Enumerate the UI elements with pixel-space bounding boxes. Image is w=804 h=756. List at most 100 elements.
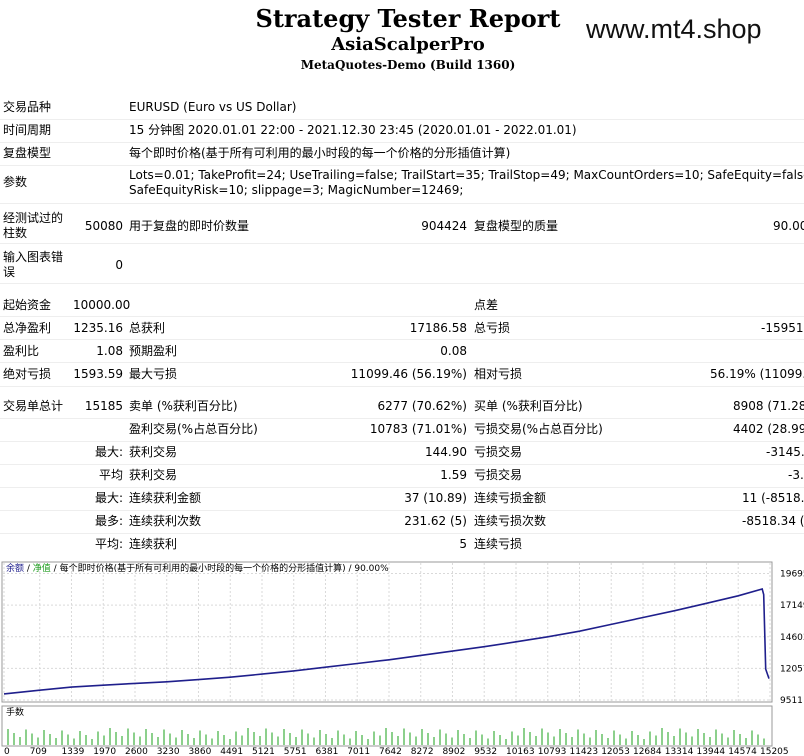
- largest-loss-value: -3145.20: [766, 445, 804, 459]
- average-loss-value: -3.62: [788, 468, 804, 482]
- report-header: Strategy Tester Report AsiaScalperPro Me…: [0, 0, 804, 80]
- largest-loss-label: 亏损交易: [474, 445, 523, 459]
- largest-profit-label: 获利交易: [129, 445, 178, 459]
- profit-factor-label: 盈利比: [3, 344, 40, 358]
- params-line-1: Lots=0.01; TakeProfit=24; UseTrailing=fa…: [129, 168, 804, 182]
- legend-separator: /: [346, 564, 355, 574]
- maximum-label: 最大:: [94, 491, 123, 505]
- row-divider: [0, 487, 804, 488]
- total-trades-label: 交易单总计: [3, 399, 64, 413]
- x-tick-label: 14574: [728, 747, 757, 756]
- x-tick-label: 11423: [569, 747, 598, 756]
- x-tick-label: 0: [4, 747, 10, 756]
- gross-loss-value: -15951.42: [761, 321, 804, 335]
- maximal-label: 最多:: [94, 514, 123, 528]
- expert-name: AsiaScalperPro: [331, 34, 485, 55]
- row-divider: [0, 316, 804, 317]
- deposit-value: 10000.00: [73, 298, 131, 312]
- net-profit-value: 1235.16: [73, 321, 123, 335]
- y-tick-label: 12057: [780, 664, 804, 674]
- errors-value: 0: [115, 258, 123, 272]
- chart-legend: 余额 / 净值 / 每个即时价格(基于所有可利用的最小时段的每一个价格的分形插值…: [6, 562, 389, 574]
- gross-profit-value: 17186.58: [409, 321, 467, 335]
- max-drawdown-label: 最大亏损: [129, 367, 178, 381]
- row-divider: [0, 142, 804, 143]
- bars-label-2: 柱数: [3, 226, 28, 240]
- average-profit-label: 获利交易: [129, 468, 178, 482]
- row-divider: [0, 510, 804, 511]
- x-axis-ticks: 0 709 1339 1970 2600 3230 3860 4491 5121 5751 6381…: [4, 747, 789, 756]
- average-label: 平均: [98, 468, 123, 482]
- long-positions-value: 8908 (71.28%): [733, 399, 804, 413]
- y-tick-label: 19695: [780, 570, 804, 580]
- row-divider: [0, 533, 804, 534]
- quality-label: 复盘模型的质量: [474, 219, 559, 233]
- consecutive-losses-money-label: 连续亏损金额: [474, 491, 547, 505]
- avg-consecutive-wins-label: 连续获利: [129, 537, 178, 551]
- x-tick-label: 10163: [506, 747, 535, 756]
- average-profit-value: 1.59: [440, 468, 467, 482]
- expected-payoff-label: 预期盈利: [129, 344, 178, 358]
- balance-chart: 19695 17149 14603 12057 9511 0 709 1339 1970 260…: [0, 560, 804, 756]
- relative-drawdown-value: 56.19% (11099.46): [710, 367, 804, 381]
- profit-trades-value: 10783 (71.01%): [369, 422, 467, 436]
- avg-consecutive-losses-label: 连续亏损: [474, 537, 523, 551]
- params-label: 参数: [3, 175, 28, 189]
- consecutive-wins-money-value: 37 (10.89): [404, 491, 467, 505]
- period-label: 时间周期: [3, 123, 52, 137]
- deposit-label: 起始资金: [3, 298, 52, 312]
- row-divider: [0, 464, 804, 465]
- y-tick-label: 17149: [780, 601, 804, 611]
- spread-label: 点差: [474, 298, 499, 312]
- relative-drawdown-label: 相对亏损: [474, 367, 523, 381]
- consecutive-loss-label: 连续亏损次数: [474, 514, 547, 528]
- legend-separator: /: [24, 564, 33, 574]
- max-drawdown-value: 11099.46 (56.19%): [350, 367, 467, 381]
- short-positions-label: 卖单 (%获利百分比): [129, 399, 238, 413]
- y-tick-label: 9511: [780, 696, 803, 706]
- row-divider: [0, 119, 804, 120]
- consecutive-losses-money-value: 11 (-8518.34): [742, 491, 804, 505]
- chart-plot-frame: [1, 561, 773, 703]
- consecutive-profit-label: 连续获利次数: [129, 514, 202, 528]
- average-consecutive-label: 平均:: [94, 537, 123, 551]
- consecutive-loss-value: -8518.34 (11): [742, 514, 804, 528]
- lots-label: 手数: [6, 706, 24, 718]
- x-tick-label: 7011: [347, 747, 370, 756]
- legend-balance: 余额: [6, 562, 24, 574]
- profit-factor-value: 1.08: [96, 344, 123, 358]
- x-tick-label: 10793: [538, 747, 567, 756]
- report-title: Strategy Tester Report: [255, 4, 561, 33]
- legend-quality: 90.00%: [354, 564, 389, 574]
- x-tick-label: 8272: [411, 747, 434, 756]
- legend-equity: 净值: [33, 562, 51, 574]
- watermark-site: www.mt4.shop: [586, 14, 762, 44]
- net-profit-label: 总净盈利: [3, 321, 52, 335]
- legend-separator: /: [51, 564, 60, 574]
- row-divider: [0, 441, 804, 442]
- largest-label: 最大:: [94, 445, 123, 459]
- average-loss-label: 亏损交易: [474, 468, 523, 482]
- absolute-drawdown-value: 1593.59: [73, 367, 123, 381]
- x-tick-label: 3860: [188, 747, 211, 756]
- x-tick-label: 3230: [157, 747, 180, 756]
- x-tick-label: 4491: [220, 747, 243, 756]
- x-tick-label: 12053: [601, 747, 630, 756]
- y-tick-label: 14603: [780, 633, 804, 643]
- server-build: MetaQuotes-Demo (Build 1360): [300, 58, 516, 72]
- row-divider: [0, 362, 804, 363]
- x-tick-label: 6381: [315, 747, 338, 756]
- loss-trades-value: 4402 (28.99%): [733, 422, 804, 436]
- loss-trades-label: 亏损交易(%占总百分比): [474, 422, 603, 436]
- symbol-label: 交易品种: [3, 100, 52, 114]
- ticks-label: 用于复盘的即时价数量: [129, 219, 250, 233]
- x-tick-label: 8902: [442, 747, 465, 756]
- row-divider: [0, 203, 804, 204]
- symbol-value: EURUSD (Euro vs US Dollar): [129, 100, 297, 114]
- avg-consecutive-wins-value: 5: [459, 537, 467, 551]
- x-tick-label: 1970: [93, 747, 116, 756]
- x-tick-label: 13944: [696, 747, 725, 756]
- row-divider: [0, 418, 804, 419]
- x-tick-label: 7642: [379, 747, 402, 756]
- x-tick-label: 709: [30, 747, 47, 756]
